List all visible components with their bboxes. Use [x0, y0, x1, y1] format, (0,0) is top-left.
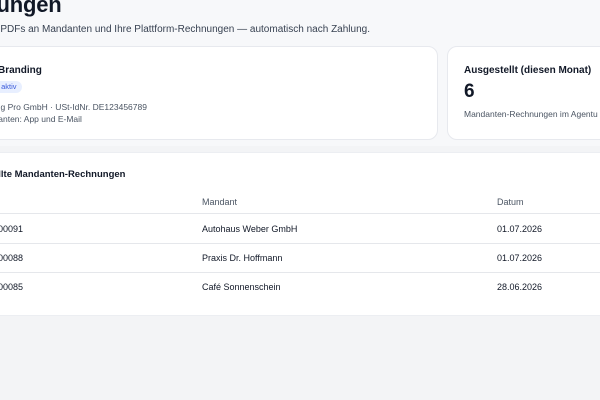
client-name: Praxis Dr. Hoffmann	[202, 253, 283, 263]
issued-card-title: Ausgestellt (diesen Monat)	[464, 65, 592, 76]
status-badge: bel aktiv	[0, 81, 22, 93]
client-name: Café Sonnenschein	[202, 282, 281, 292]
issued-stats-card: Ausgestellt (diesen Monat) 6 Mandanten-R…	[447, 46, 600, 140]
branding-card: gs-Branding bel aktiv arketing Pro GmbH …	[0, 46, 438, 140]
issued-count: 6	[464, 81, 475, 102]
invoice-date: 01.07.2026	[497, 224, 543, 234]
invoice-number: 26-000085	[0, 282, 24, 292]
page-subtitle: -PDFs an Mandanten und Ihre Plattform-Re…	[0, 24, 370, 35]
client-name: Autohaus Weber GmbH	[202, 224, 298, 234]
page-header-area: hnungen -PDFs an Mandanten und Ihre Plat…	[0, 0, 600, 146]
invoices-table-card: ellte Mandanten-Rechnungen Mandant Datum…	[0, 152, 600, 316]
branding-card-title: gs-Branding	[0, 65, 42, 76]
issued-caption: Mandanten-Rechnungen im Agentu	[464, 109, 598, 119]
invoice-number: 26-000091	[0, 224, 24, 234]
page-title: hnungen	[0, 0, 62, 17]
column-header-client: Mandant	[202, 197, 238, 207]
table-row[interactable]: 26-000091 Autohaus Weber GmbH 01.07.2026	[0, 214, 600, 244]
table-row[interactable]: 26-000085 Café Sonnenschein 28.06.2026	[0, 272, 600, 301]
invoice-number: 26-000088	[0, 253, 24, 263]
table-title: ellte Mandanten-Rechnungen	[0, 169, 126, 180]
table-row[interactable]: 26-000088 Praxis Dr. Hoffmann 01.07.2026	[0, 243, 600, 273]
delivery-info: Mandanten: App und E-Mail	[0, 114, 82, 124]
invoice-date: 01.07.2026	[497, 253, 543, 263]
invoice-date: 28.06.2026	[497, 282, 543, 292]
column-header-date: Datum	[497, 197, 524, 207]
sender-info: arketing Pro GmbH · USt-IdNr. DE12345678…	[0, 102, 147, 112]
